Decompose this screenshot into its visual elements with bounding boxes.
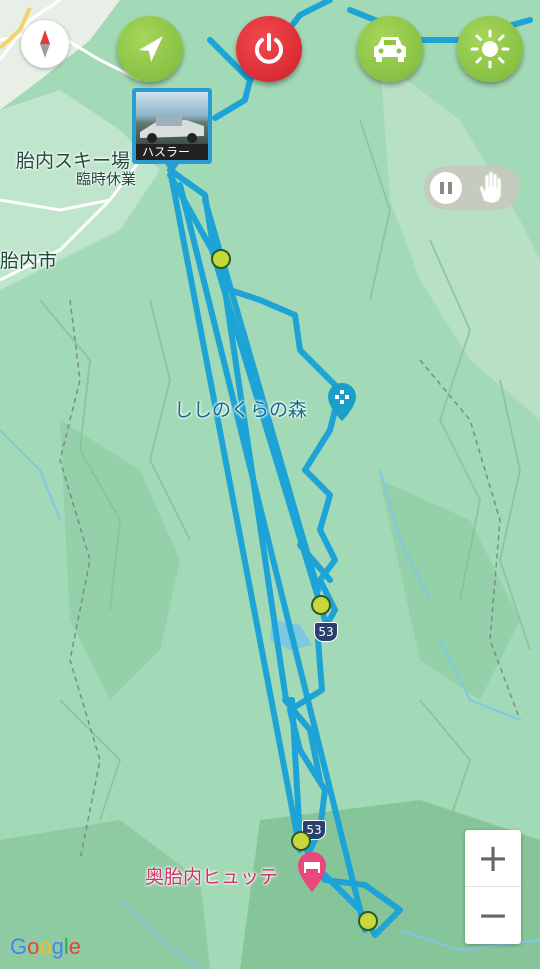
- power-button[interactable]: [236, 16, 302, 82]
- brightness-button[interactable]: [457, 16, 523, 82]
- car-icon: [374, 37, 406, 62]
- waypoint-marker[interactable]: [358, 911, 378, 931]
- hotel-pin-icon[interactable]: [298, 852, 326, 892]
- photo-thumbnail: [136, 92, 208, 144]
- photo-caption: ハスラー: [136, 144, 208, 160]
- power-icon: [255, 33, 283, 64]
- google-logo: Google: [10, 934, 82, 959]
- compass-button[interactable]: [21, 20, 69, 68]
- city-label: 胎内市: [0, 250, 58, 272]
- ski-resort-status: 臨時休業: [76, 170, 137, 188]
- waypoint-marker[interactable]: [291, 831, 311, 851]
- map-view[interactable]: 胎内スキー場 臨時休業 胎内市 ししのくらの森 奥胎内ヒュッテ 53 53 ハス…: [0, 0, 540, 969]
- navigate-button[interactable]: [117, 16, 183, 82]
- zoom-out-button[interactable]: −: [465, 887, 521, 943]
- compass-icon: [40, 30, 50, 58]
- car-button[interactable]: [357, 16, 423, 82]
- waypoint-marker[interactable]: [211, 249, 231, 269]
- zoom-in-button[interactable]: +: [465, 830, 521, 887]
- tracking-toggle[interactable]: [424, 166, 520, 210]
- hand-icon[interactable]: [476, 171, 508, 205]
- waypoint-marker[interactable]: [311, 595, 331, 615]
- forest-pin-icon[interactable]: [328, 383, 356, 421]
- zoom-control: + −: [465, 830, 521, 944]
- hutte-poi-label[interactable]: 奥胎内ヒュッテ: [145, 862, 278, 889]
- navigation-arrow-icon: [139, 36, 163, 62]
- route-53-shield: 53: [314, 622, 338, 642]
- forest-poi-label[interactable]: ししのくらの森: [174, 395, 307, 422]
- pause-icon[interactable]: [430, 172, 462, 204]
- sun-icon: [470, 29, 510, 69]
- photo-marker[interactable]: ハスラー: [132, 88, 212, 174]
